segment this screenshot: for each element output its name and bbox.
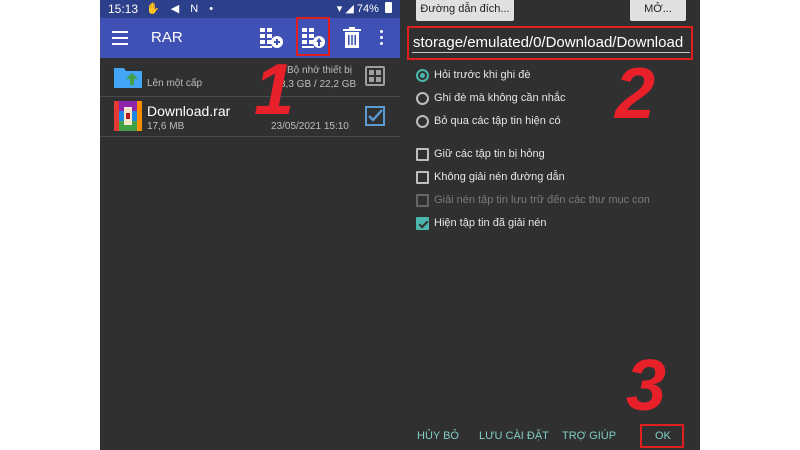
option-label: Giữ các tập tin bị hỏng	[434, 148, 545, 160]
open-button[interactable]: MỞ...	[630, 0, 686, 21]
extract-highlight-box	[296, 17, 330, 56]
delete-icon[interactable]	[343, 27, 361, 49]
row-divider	[100, 136, 400, 137]
wifi-icon: ▾	[336, 3, 343, 15]
app-title: RAR	[151, 29, 183, 46]
option-label: Hỏi trước khi ghi đè	[434, 69, 531, 81]
file-size: 17,6 MB	[147, 121, 185, 132]
signal-icon: ◢	[345, 3, 354, 15]
radio-icon	[416, 115, 429, 128]
parent-folder-row[interactable]: Lên một cấp Bộ nhớ thiết bị 3,3 GB / 22,…	[100, 58, 400, 96]
file-browser-screen: 15:13 ✋ ◀ N • ▾ ◢ 74% RAR Lên một cấp Bộ…	[100, 0, 400, 450]
status-bar: 15:13 ✋ ◀ N • ▾ ◢ 74%	[100, 0, 400, 18]
parent-folder-label: Lên một cấp	[147, 78, 203, 89]
save-settings-button[interactable]: LƯU CÀI ĐẶT	[479, 430, 549, 442]
destination-path-text: storage/emulated/0/Download/Download	[413, 34, 684, 51]
checkmark-icon	[368, 109, 383, 122]
battery-percent: 74%	[356, 3, 379, 15]
path-underline	[412, 52, 690, 53]
ok-button[interactable]: OK	[655, 430, 671, 442]
cancel-button[interactable]: HỦY BỎ	[417, 430, 459, 442]
menu-icon[interactable]	[112, 31, 128, 45]
storage-name: Bộ nhớ thiết bị	[287, 65, 352, 76]
file-name: Download.rar	[147, 103, 231, 119]
checkbox-checked-icon	[416, 217, 429, 230]
destination-path-button[interactable]: Đường dẫn đích...	[416, 0, 514, 21]
app-toolbar: RAR	[100, 18, 400, 58]
more-icon[interactable]	[380, 30, 384, 46]
select-all-icon[interactable]	[365, 66, 385, 86]
option-label: Bỏ qua các tập tin hiện có	[434, 115, 561, 127]
option-label: Không giải nén đường dẫn	[434, 171, 565, 183]
status-time: 15:13	[108, 2, 139, 16]
option-label: Giải nén tập tin lưu trữ đến các thư mục…	[434, 194, 650, 206]
add-archive-icon[interactable]	[258, 26, 284, 50]
status-indicators: ▾ ◢ 74%	[337, 2, 392, 15]
checkbox-icon	[416, 148, 429, 161]
radio-selected-icon	[416, 69, 429, 82]
option-label: Hiện tập tin đã giải nén	[434, 217, 547, 229]
radio-icon	[416, 92, 429, 105]
option-label: Ghi đè mà không cần nhắc	[434, 92, 566, 104]
tutorial-composite: 15:13 ✋ ◀ N • ▾ ◢ 74% RAR Lên một cấp Bộ…	[0, 0, 800, 450]
row-divider	[100, 96, 400, 97]
file-checkbox[interactable]	[365, 106, 385, 126]
step-number-3: 3	[626, 346, 667, 426]
checkbox-disabled-icon	[416, 194, 429, 207]
step-number-1: 1	[254, 50, 295, 130]
file-row[interactable]: Download.rar 17,6 MB 23/05/2021 15:10	[100, 98, 400, 136]
checkbox-icon	[416, 171, 429, 184]
step-number-2: 2	[615, 54, 656, 134]
help-button[interactable]: TRỢ GIÚP	[562, 430, 616, 442]
folder-up-icon	[114, 68, 142, 88]
battery-icon	[385, 2, 392, 13]
rar-archive-icon	[114, 101, 142, 131]
notification-icons: ✋ ◀ N •	[146, 3, 218, 15]
